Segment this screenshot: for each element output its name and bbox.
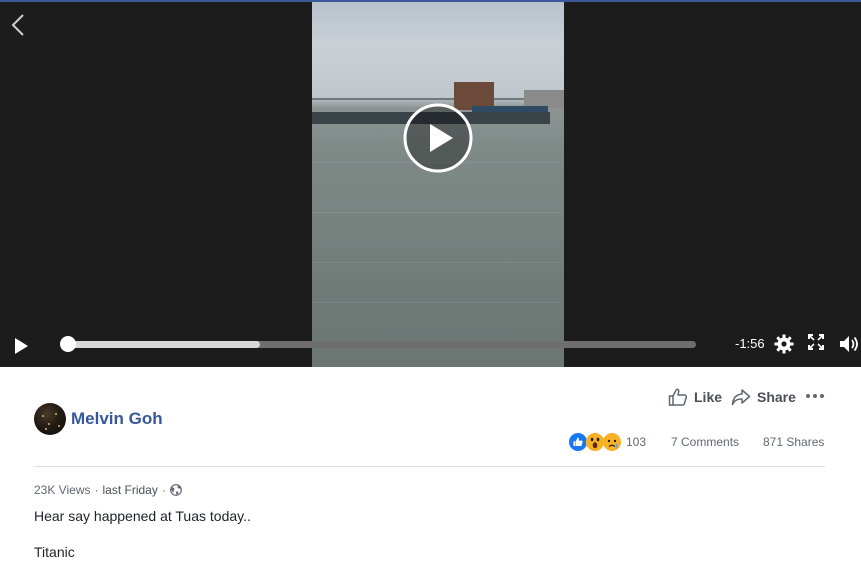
- post-meta: 23K Views · last Friday ·: [34, 483, 182, 497]
- video-controls-bar: -1:56: [0, 328, 861, 364]
- meta-separator: ·: [161, 483, 166, 497]
- post-caption-line: Hear say happened at Tuas today..: [34, 508, 251, 524]
- back-icon[interactable]: [8, 12, 28, 38]
- progress-buffered: [64, 341, 260, 348]
- wave-line: [312, 212, 564, 213]
- fullscreen-button[interactable]: [808, 334, 824, 350]
- progress-handle[interactable]: [60, 336, 76, 352]
- more-dots-icon: [806, 394, 824, 398]
- speaker-icon: [840, 336, 858, 352]
- views-count: 23K Views: [34, 483, 91, 497]
- video-player[interactable]: -1:56: [0, 0, 861, 367]
- share-label: Share: [757, 389, 796, 405]
- video-frame[interactable]: [312, 2, 564, 367]
- video-post-page: -1:56 Melvin Goh Like Share 103 7 Commen…: [0, 0, 861, 569]
- post-caption-line: Titanic: [34, 544, 75, 560]
- settings-button[interactable]: [774, 334, 794, 354]
- like-button[interactable]: Like: [668, 386, 722, 408]
- play-overlay-button[interactable]: [403, 103, 473, 173]
- comments-count-link[interactable]: 7 Comments: [671, 432, 739, 452]
- time-remaining: -1:56: [735, 336, 765, 351]
- wave-line: [312, 302, 564, 303]
- reaction-count: 103: [626, 435, 647, 449]
- play-circle-icon: [403, 103, 473, 173]
- share-button[interactable]: Share: [731, 386, 796, 408]
- shares-count-link[interactable]: 871 Shares: [763, 432, 824, 452]
- post-timestamp-link[interactable]: last Friday: [102, 483, 157, 497]
- wow-reaction-icon: [586, 433, 604, 451]
- share-arrow-icon: [731, 389, 751, 406]
- meta-separator: ·: [94, 483, 99, 497]
- play-button[interactable]: [12, 336, 30, 356]
- sad-reaction-icon: [603, 433, 621, 451]
- more-options-button[interactable]: [805, 389, 825, 401]
- divider: [34, 466, 825, 467]
- volume-button[interactable]: [838, 333, 860, 355]
- author-name-link[interactable]: Melvin Goh: [71, 409, 163, 429]
- like-label: Like: [694, 389, 723, 405]
- play-icon: [15, 338, 28, 354]
- progress-scrubber[interactable]: [60, 336, 696, 352]
- reactions-summary[interactable]: 103: [569, 432, 646, 452]
- fullscreen-icon: [808, 334, 824, 350]
- like-reaction-icon: [569, 433, 587, 451]
- avatar[interactable]: [34, 403, 66, 435]
- gear-icon: [774, 334, 794, 354]
- globe-icon[interactable]: [169, 484, 182, 496]
- thumbs-up-icon: [668, 388, 688, 406]
- wave-line: [312, 262, 564, 263]
